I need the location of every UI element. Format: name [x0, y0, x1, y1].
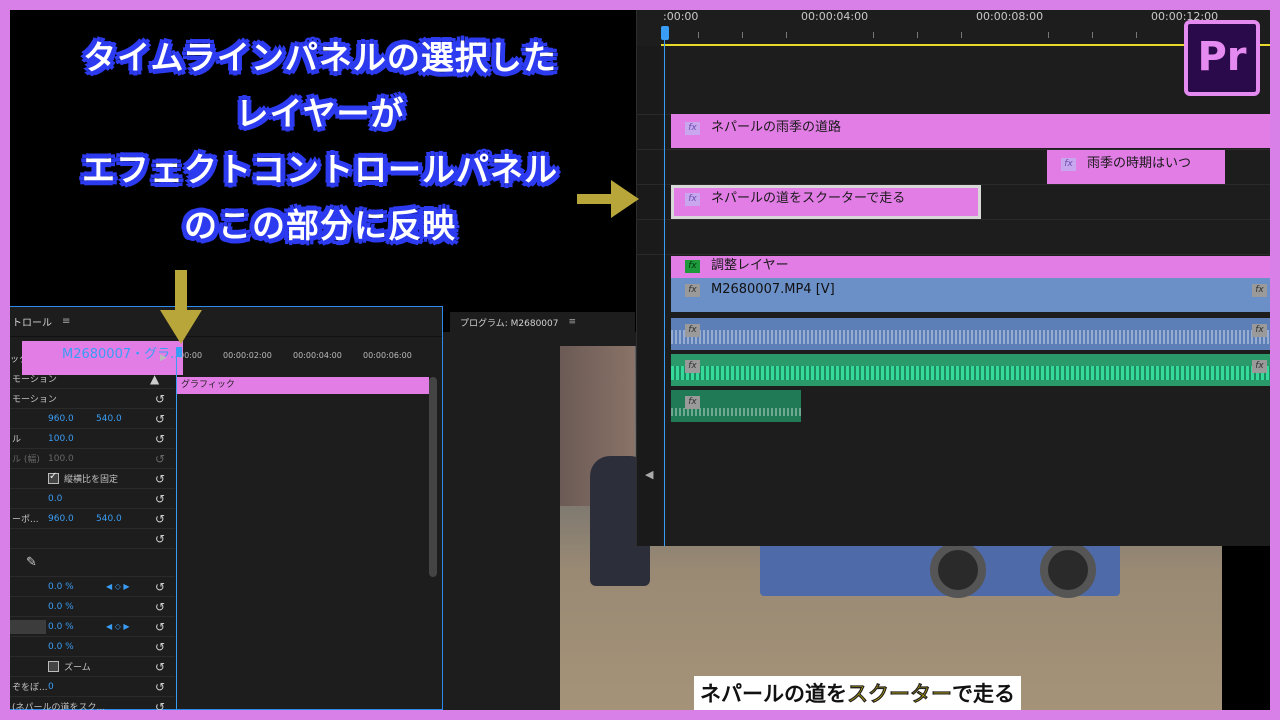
headline-line-1: タイムラインパネルの選択した — [83, 38, 557, 77]
property-row-crop: 0.0 % ↺ — [10, 637, 175, 657]
fx-badge-icon: fx — [685, 324, 700, 337]
vertical-scrollbar[interactable] — [429, 377, 437, 577]
mini-timeline-ruler[interactable]: 00:00 00:00:02:00 00:00:04:00 00:00:06:0… — [177, 347, 429, 369]
reset-icon[interactable]: ↺ — [155, 432, 165, 446]
timeline-panel: :00:00 00:00:04:00 00:00:08:00 00:00:12:… — [636, 10, 1270, 546]
effect-controls-mini-timeline: 00:00 00:00:02:00 00:00:04:00 00:00:06:0… — [176, 347, 429, 710]
audio-waveform — [671, 408, 801, 416]
property-row-position: 960.0 540.0 ↺ — [10, 409, 175, 429]
property-row-anchor: ーポ... 960.0 540.0 ↺ — [10, 509, 175, 529]
headline-line-3: エフェクトコントロールパネル — [82, 150, 558, 189]
reset-icon[interactable]: ↺ — [155, 412, 165, 426]
property-row-zoom: ズーム ↺ — [10, 657, 175, 677]
effect-controls-panel: トロール ≡ ック ⌄ M2680007・グラ... ▶ モーション▲ モーショ… — [10, 306, 443, 710]
fx-badge-icon: fx — [1252, 284, 1267, 297]
timeline-playhead[interactable] — [661, 26, 669, 40]
property-row: ↺ — [10, 529, 175, 549]
keyframe-nav-icon[interactable]: ◀ ◇ ▶ — [106, 582, 130, 591]
ruler-label: 00:00:04:00 — [801, 10, 869, 23]
reset-icon: ↺ — [155, 451, 166, 466]
fx-badge-icon: fx — [685, 284, 700, 297]
reset-icon[interactable]: ↺ — [155, 392, 165, 406]
mini-playhead[interactable] — [176, 347, 182, 357]
arrow-down-icon — [160, 270, 202, 344]
property-row-crop: 0.0 % ◀ ◇ ▶ ↺ — [10, 577, 175, 597]
arrow-right-icon — [577, 180, 639, 218]
property-row-scale: ル 100.0 ↺ — [10, 429, 175, 449]
fx-badge-icon: fx — [685, 260, 700, 273]
clip-video-m2680007[interactable]: fx M2680007.MP4 [V] fx — [671, 278, 1270, 312]
panel-menu-icon[interactable]: ≡ — [62, 316, 70, 327]
fx-badge-icon: fx — [1061, 158, 1076, 171]
thumbnail-frame: タイムラインパネルの選択した レイヤーが エフェクトコントロールパネル のこの部… — [10, 10, 1270, 710]
panel-menu-icon[interactable]: ≡ — [568, 317, 576, 327]
property-row-text-layer: (ネパールの道をスク... ↺ — [10, 697, 175, 711]
property-row-rotation: 0.0 ↺ — [10, 489, 175, 509]
program-monitor-header: プログラム: M2680007 ≡ — [450, 312, 635, 332]
fx-badge-icon: fx — [1252, 360, 1267, 373]
reset-icon[interactable]: ↺ — [155, 640, 165, 654]
timeline-ruler[interactable]: :00:00 00:00:04:00 00:00:08:00 00:00:12:… — [661, 10, 1270, 46]
property-row: モーション ↺ — [10, 389, 175, 409]
property-row-uniform-scale: 縦横比を固定↺ — [10, 469, 175, 489]
audio-clip-a2[interactable]: fx fx — [671, 354, 1270, 386]
property-row-crop: 0.0 % ↺ — [10, 597, 175, 617]
effect-controls-source-row: ック ⌄ M2680007・グラ... ▶ — [10, 341, 183, 375]
fx-badge-icon: fx — [685, 396, 700, 409]
pen-tool-icon[interactable]: ✎ — [26, 555, 37, 570]
headline: タイムラインパネルの選択した レイヤーが エフェクトコントロールパネル のこの部… — [10, 30, 630, 254]
fx-badge-icon: fx — [685, 122, 700, 135]
headline-line-2: レイヤーが — [235, 94, 405, 133]
clip-rainy-road-title[interactable]: fx ネパールの雨季の道路 — [671, 114, 1270, 148]
property-row-feather: ぞをぼ... 0 ↺ — [10, 677, 175, 697]
video-truck-wheel — [1040, 542, 1096, 598]
property-row-crop-highlighted: 0.0 % ◀ ◇ ▶ ↺ — [10, 617, 175, 637]
reset-icon[interactable]: ↺ — [155, 492, 165, 506]
ruler-label: 00:00:08:00 — [976, 10, 1044, 23]
video-caption: ネパールの道を スクーター で走る — [694, 676, 1021, 710]
zoom-checkbox[interactable] — [48, 661, 59, 672]
clip-scooter-title-selected[interactable]: fx ネパールの道をスクーターで走る — [671, 185, 981, 219]
reset-icon[interactable]: ↺ — [155, 620, 165, 634]
property-row-pen: ✎ — [10, 549, 175, 577]
video-truck-wheel — [930, 542, 986, 598]
clip-rainy-season-question[interactable]: fx 雨季の時期はいつ — [1047, 150, 1225, 184]
program-monitor-title[interactable]: プログラム: M2680007 — [460, 316, 558, 329]
reset-icon[interactable]: ↺ — [155, 600, 165, 614]
ruler-label: :00:00 — [663, 10, 699, 23]
effect-controls-header: トロール ≡ — [10, 307, 442, 337]
audio-waveform — [671, 366, 1270, 380]
audio-clip-a3[interactable]: fx — [671, 390, 801, 422]
effect-properties-list: モーション ▲ モーション ↺ 960.0 540.0 ↺ ル 100.0 ↺ ル (幅) 1… — [10, 369, 175, 710]
reset-icon[interactable]: ↺ — [155, 700, 165, 711]
reset-icon[interactable]: ↺ — [155, 472, 165, 486]
reset-icon[interactable]: ↺ — [155, 660, 165, 674]
timeline-playhead-line — [664, 38, 665, 546]
speaker-icon[interactable]: ◀ — [645, 468, 653, 481]
audio-clip-a1[interactable]: fx fx — [671, 318, 1270, 350]
audio-waveform — [671, 330, 1270, 344]
fx-badge-icon: fx — [1252, 324, 1267, 337]
reset-icon[interactable]: ↺ — [155, 680, 165, 694]
fx-badge-icon: fx — [685, 360, 700, 373]
graphic-clip-bar[interactable]: グラフィック — [177, 377, 429, 394]
reset-icon[interactable]: ↺ — [155, 512, 165, 526]
fx-badge-icon: fx — [685, 193, 700, 206]
effect-controls-title[interactable]: トロール — [12, 314, 52, 329]
play-triangle-icon[interactable]: ▶ — [160, 353, 167, 363]
uniform-scale-checkbox[interactable] — [48, 471, 59, 484]
headline-line-4: のこの部分に反映 — [184, 206, 456, 245]
reset-icon[interactable]: ↺ — [155, 580, 165, 594]
clip-adjustment-layer[interactable]: fx 調整レイヤー — [671, 256, 1270, 278]
property-row-scale-width: ル (幅) 100.0 ↺ — [10, 449, 175, 469]
property-row: モーション ▲ — [10, 369, 175, 389]
premiere-pro-logo: Pr — [1184, 20, 1260, 96]
reset-icon[interactable]: ↺ — [155, 532, 165, 546]
collapse-up-icon[interactable]: ▲ — [150, 372, 159, 386]
keyframe-nav-icon[interactable]: ◀ ◇ ▶ — [106, 622, 130, 631]
